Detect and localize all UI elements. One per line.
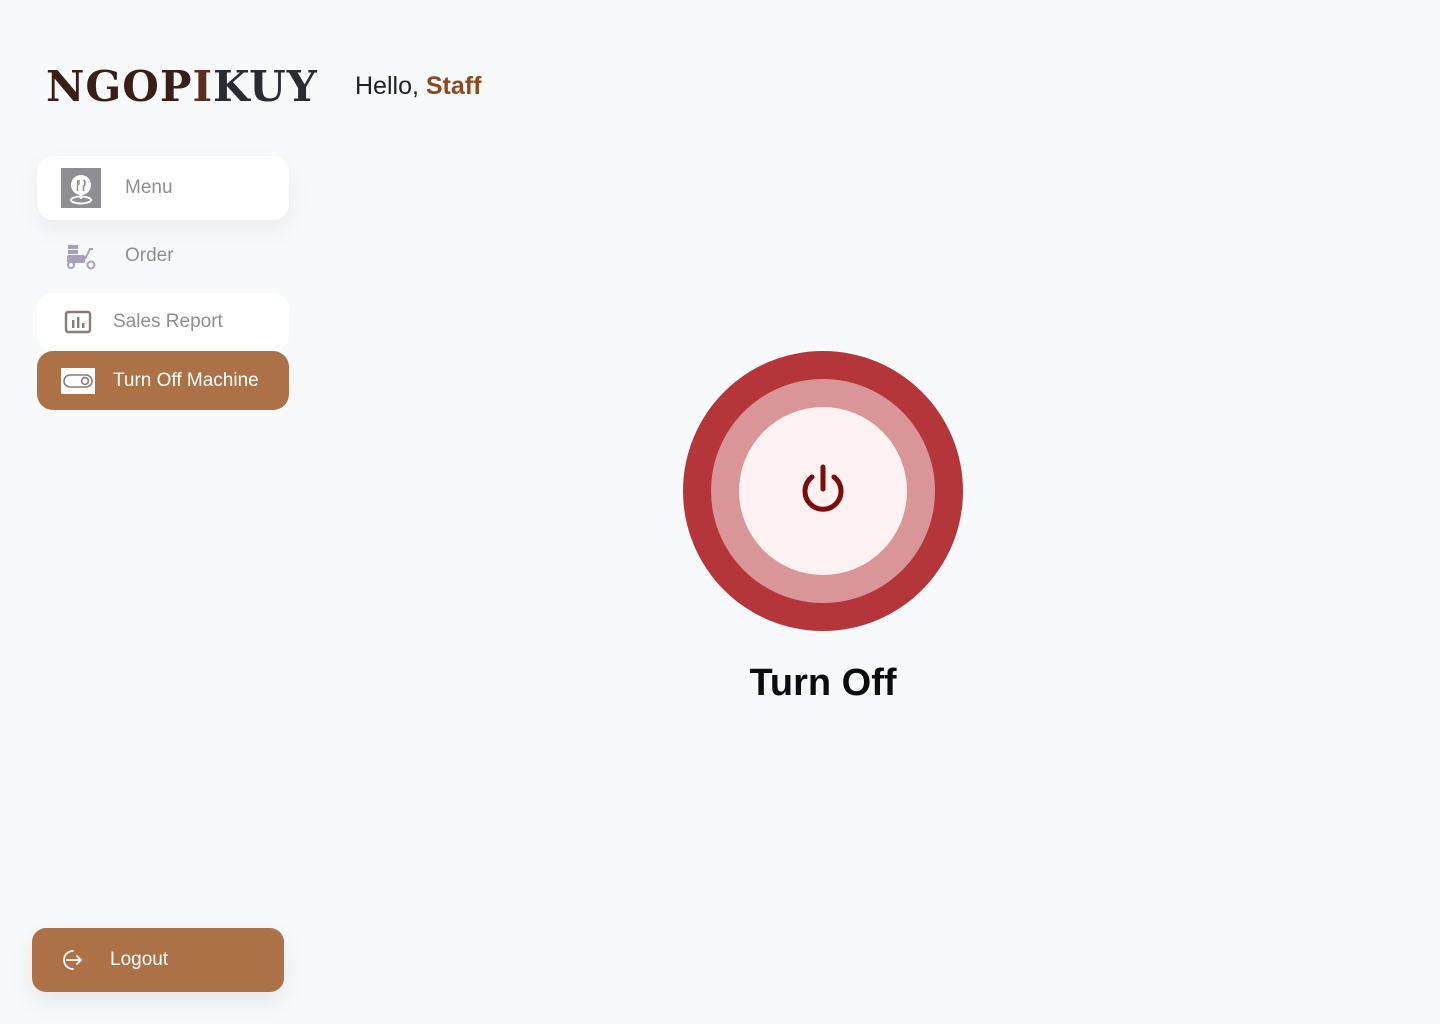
power-ring-inner (739, 407, 907, 575)
sidebar-item-turn-off-machine-label: Turn Off Machine (113, 369, 259, 391)
power-button[interactable] (683, 351, 963, 631)
brand-logo-part-b: I (192, 62, 214, 111)
power-ring-middle (711, 379, 935, 603)
sidebar-item-sales-report[interactable]: Sales Report (37, 293, 289, 351)
bar-chart-icon (61, 302, 95, 342)
sidebar-item-menu-label: Menu (125, 177, 173, 198)
sidebar-item-order[interactable]: Order (37, 226, 289, 286)
brand-logo-part-c: KUY (213, 62, 318, 111)
logout-icon (58, 947, 84, 973)
greeting: Hello, Staff (355, 70, 481, 102)
logout-button[interactable]: Logout (32, 928, 284, 992)
brand-logo: NGOPIKUY (46, 62, 318, 112)
greeting-text: Hello, (355, 72, 419, 100)
sidebar-item-order-label: Order (125, 245, 174, 266)
user-name: Staff (425, 72, 482, 100)
sidebar-item-sales-report-label: Sales Report (113, 311, 223, 332)
sidebar-item-menu[interactable]: Menu (37, 156, 289, 220)
sidebar-item-turn-off-machine[interactable]: Turn Off Machine (37, 351, 289, 410)
power-icon (795, 461, 851, 522)
delivery-scooter-icon (61, 236, 101, 276)
power-caption: Turn Off (749, 662, 897, 704)
logout-label: Logout (110, 949, 169, 970)
toggle-icon (61, 367, 95, 394)
brand-logo-part-a: NGOP (46, 62, 193, 111)
power-ring-outer (683, 351, 963, 631)
app-root: NGOPIKUY Hello, Staff Menu Order Sales R… (0, 0, 1440, 1024)
menu-food-icon (61, 168, 101, 208)
